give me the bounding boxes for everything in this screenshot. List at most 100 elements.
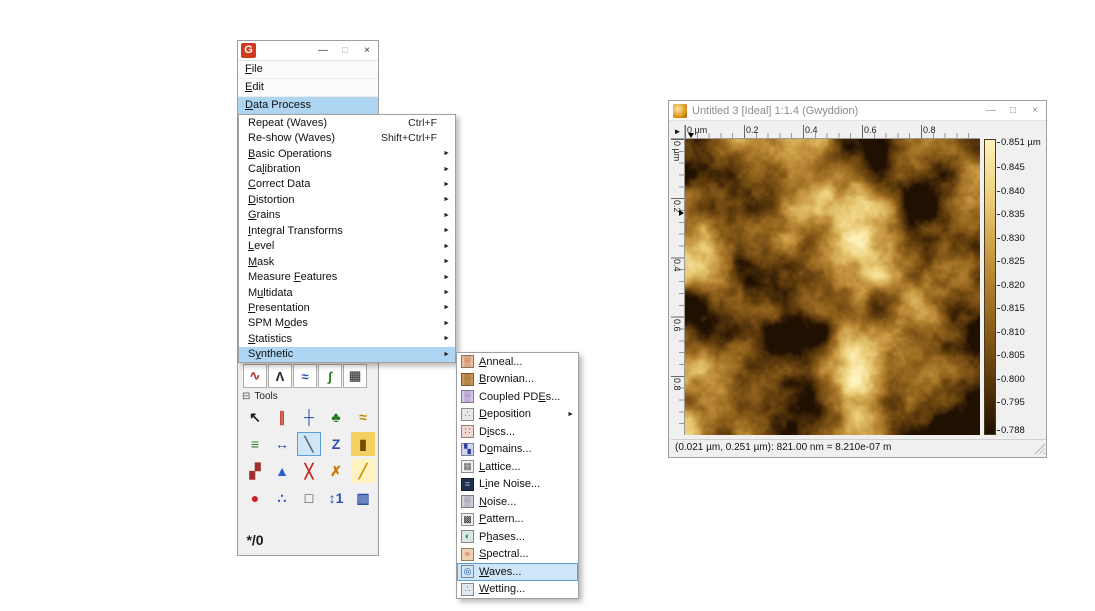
submenu-arrow-icon: ► [441, 212, 451, 219]
level-tool[interactable]: ≡ [243, 432, 267, 456]
color-scale-label: 0.835 [1001, 210, 1025, 220]
menu-item-label: Waves... [479, 566, 521, 578]
menu-item-spectral[interactable]: ≈Spectral... [457, 546, 578, 564]
menu-item-spm-modes[interactable]: SPM Modes► [239, 316, 455, 331]
status-bar: (0.021 µm, 0.251 µm): 821.00 nm = 8.210e… [671, 439, 1046, 456]
color-range-tool[interactable]: ▮ [351, 432, 375, 456]
vertical-ruler[interactable]: 0 µm0.20.40.60.8 [671, 139, 685, 435]
menu-item-coupled-pdes[interactable]: ▒Coupled PDEs... [457, 388, 578, 406]
false-color-bar[interactable] [984, 139, 996, 435]
close-button[interactable]: × [1024, 101, 1046, 121]
menu-item-label: Measure Features [248, 271, 337, 283]
read-value-tool[interactable]: ↖ [243, 405, 267, 429]
menu-item-correct-data[interactable]: Correct Data► [239, 177, 455, 192]
wetting-icon: ∴ [461, 583, 474, 596]
menu-item-waves[interactable]: ◎ Waves... [457, 563, 578, 581]
calibration-tool[interactable]: ↕1 [324, 486, 348, 510]
menu-item-repeat-waves[interactable]: Repeat (Waves)Ctrl+F [239, 115, 455, 130]
filter-tool[interactable]: ▞ [243, 459, 267, 483]
cut-tool[interactable]: ✗ [324, 459, 348, 483]
menu-item-line-noise[interactable]: ≡Line Noise... [457, 476, 578, 494]
line-fit-icon: ╲ [305, 436, 313, 453]
submenu-arrow-icon: ► [441, 227, 451, 234]
coupled-pdes-icon: ▒ [461, 390, 474, 403]
menu-item-label: SPM Modes [248, 317, 308, 329]
menu-item-deposition[interactable]: ∴Deposition► [457, 406, 578, 424]
minimize-button[interactable]: — [980, 101, 1002, 121]
menu-item-discs[interactable]: ∷Discs... [457, 423, 578, 441]
menu-item-label: Wetting... [479, 583, 525, 595]
submenu-arrow-icon: ► [441, 289, 451, 296]
data-window-titlebar[interactable]: Untitled 3 [Ideal] 1:1.4 (Gwyddion) — □ … [669, 101, 1046, 121]
roughness-tool[interactable]: ≈ [351, 405, 375, 429]
maximize-button[interactable]: □ [1002, 101, 1024, 121]
line-fit-tool[interactable]: ╲ [297, 432, 321, 456]
graph-compare-button[interactable]: ≈ [293, 364, 317, 388]
waves-icon: ◎ [461, 565, 474, 578]
menu-item-pattern[interactable]: ▩Pattern... [457, 511, 578, 529]
menu-item-integral-transforms[interactable]: Integral Transforms ► [239, 223, 455, 238]
distance-tool[interactable]: ∥ [270, 405, 294, 429]
measure-tool[interactable]: ↔ [270, 432, 294, 456]
menu-item-re-show-waves[interactable]: Re-show (Waves)Shift+Ctrl+F [239, 130, 455, 145]
afm-image[interactable] [685, 139, 980, 435]
menu-item-label: Anneal... [479, 356, 522, 368]
menu-item-domains[interactable]: ▚Domains... [457, 441, 578, 459]
menu-item-statistics[interactable]: Statistics► [239, 331, 455, 346]
menu-item-distortion[interactable]: Distortion► [239, 192, 455, 207]
minimize-button[interactable]: — [312, 41, 334, 61]
menu-item-brownian[interactable]: ▒Brownian... [457, 371, 578, 389]
spectro-tool[interactable]: ♣ [324, 405, 348, 429]
color-range-icon: ▮ [359, 436, 367, 453]
menu-item-level[interactable]: Level► [239, 239, 455, 254]
horizontal-ruler[interactable]: 0 µm0.20.40.60.8 [685, 125, 980, 139]
graph-fit-button[interactable]: ∫ [318, 364, 342, 388]
calibration-icon: ↕1 [329, 490, 344, 506]
mask-editor-tool[interactable]: ▲ [270, 459, 294, 483]
menu-item-calibration[interactable]: Calibration► [239, 161, 455, 176]
menu-item-basic-operations[interactable]: Basic Operations► [239, 146, 455, 161]
menu-item-wetting[interactable]: ∴ Wetting... [457, 581, 578, 599]
menu-shortcut: Shift+Ctrl+F [381, 132, 451, 144]
close-button[interactable]: × [356, 41, 378, 61]
color-scale-label: 0.788 [1001, 426, 1025, 436]
menu-item-synthetic[interactable]: Synthetic► [239, 347, 455, 362]
graph-curve-button[interactable]: ∿ [243, 364, 267, 388]
menu-item-mask[interactable]: Mask► [239, 254, 455, 269]
color-scale-labels: 0.851 µm0.8450.8400.8350.8300.8250.8200.… [1001, 139, 1046, 435]
graph-grid-button[interactable]: ▦ [343, 364, 367, 388]
menu-item-anneal[interactable]: ▒Anneal... [457, 353, 578, 371]
menu-item-label: Lattice... [479, 461, 521, 473]
path-level-tool[interactable]: Z [324, 432, 348, 456]
profile-tool[interactable]: ┼ [297, 405, 321, 429]
ruler-corner[interactable]: ► [671, 125, 685, 139]
menu-item-presentation[interactable]: Presentation► [239, 300, 455, 315]
menu-item-label: Integral Transforms [248, 225, 343, 237]
toolbox-titlebar[interactable]: G — □ × [238, 41, 378, 61]
menu-item-lattice[interactable]: ▦Lattice... [457, 458, 578, 476]
pattern-icon: ▩ [461, 513, 474, 526]
mask-remove-tool[interactable]: ╳ [297, 459, 321, 483]
menubar-item-data-process[interactable]: Data Process [238, 97, 378, 115]
grain-mark-tool[interactable]: ● [243, 486, 267, 510]
arithmetic-tool[interactable]: */0 [243, 528, 267, 552]
submenu-arrow-icon: ► [441, 243, 451, 250]
menu-item-phases[interactable]: ◐Phases... [457, 528, 578, 546]
column-filter-tool[interactable]: ▥ [351, 486, 375, 510]
maximize-button[interactable]: □ [334, 41, 356, 61]
menu-item-noise[interactable]: ▒Noise... [457, 493, 578, 511]
menu-item-multidata[interactable]: Multidata► [239, 285, 455, 300]
resize-grip[interactable] [1034, 443, 1045, 454]
spot-remove-tool[interactable]: ╱ [351, 459, 375, 483]
tools-expander[interactable]: ⊟ Tools [242, 391, 278, 402]
grain-measure-tool[interactable]: ∴ [270, 486, 294, 510]
menubar-item-file[interactable]: File [238, 61, 378, 79]
menubar-item-label: Data Process [245, 99, 311, 111]
menu-item-grains[interactable]: Grains► [239, 208, 455, 223]
menubar-item-edit[interactable]: Edit [238, 79, 378, 97]
mask-editor-icon: ▲ [275, 463, 289, 479]
grain-remove-tool[interactable]: □ [297, 486, 321, 510]
graph-peaks-button[interactable]: Λ [268, 364, 292, 388]
ruler-marker-y-icon [679, 210, 684, 216]
menu-item-measure-features[interactable]: Measure Features► [239, 269, 455, 284]
